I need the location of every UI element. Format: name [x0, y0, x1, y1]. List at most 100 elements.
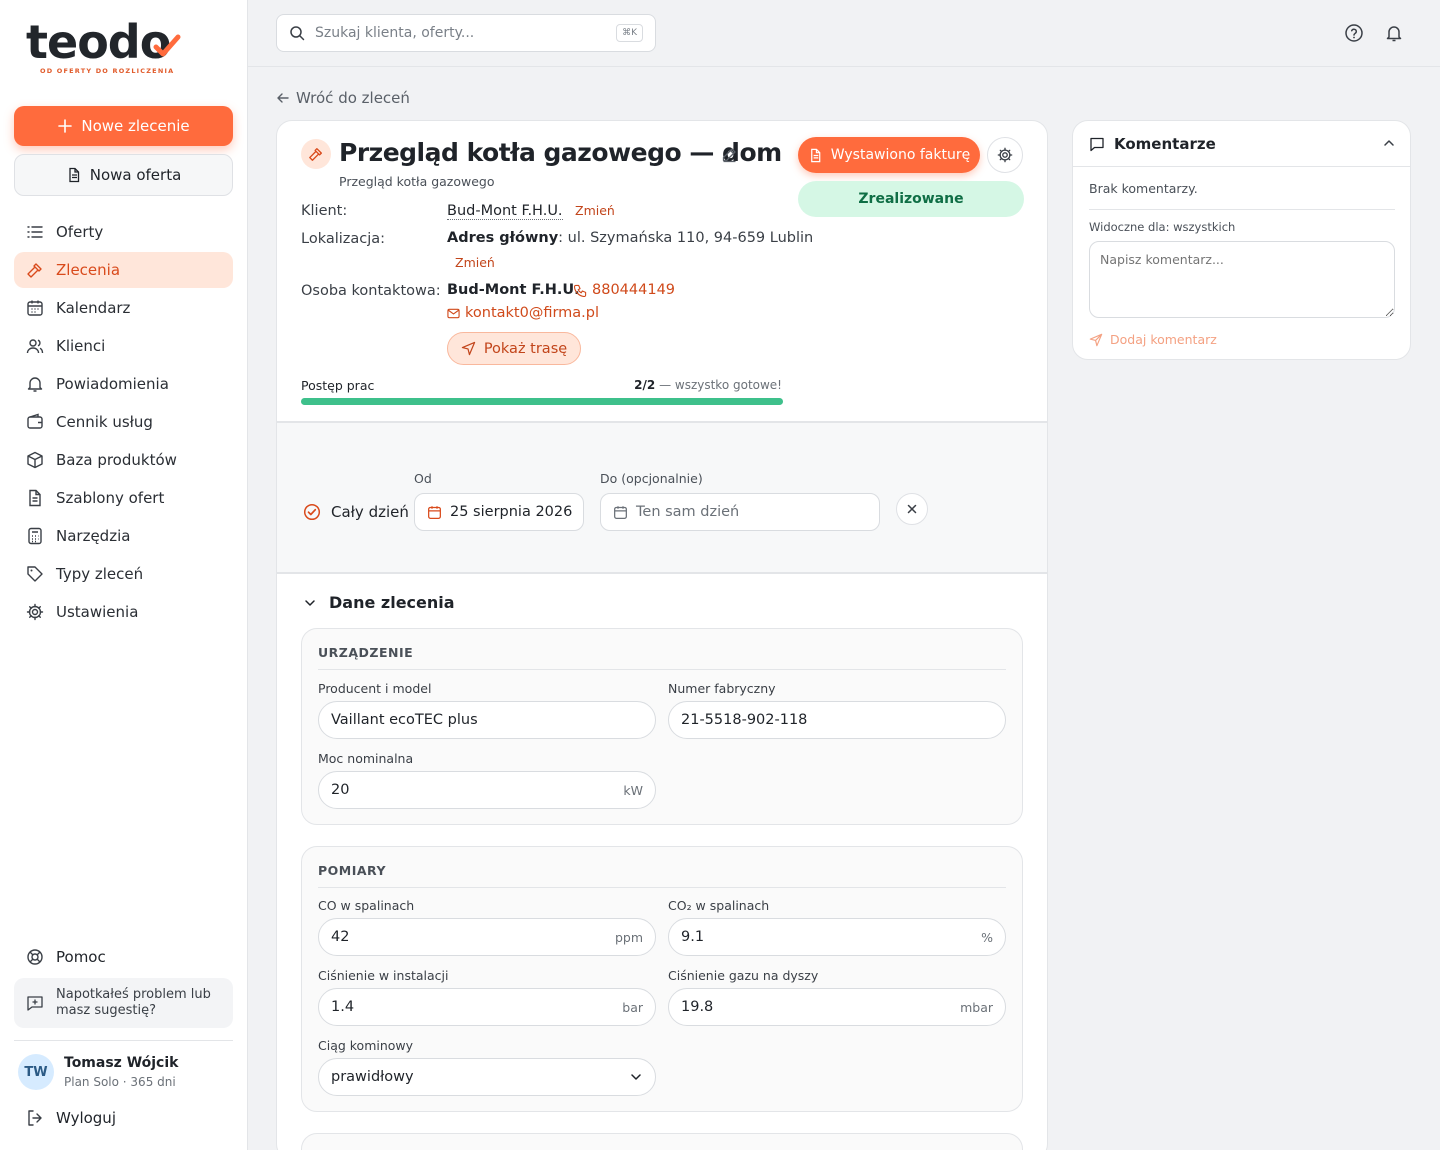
arrow-left-icon [277, 93, 289, 103]
details-section-toggle[interactable]: Dane zlecenia [303, 593, 455, 612]
comment-textarea[interactable] [1089, 241, 1395, 318]
clear-dates-button[interactable] [896, 493, 928, 525]
phone-link[interactable]: 880444149 [574, 282, 675, 298]
draft-select[interactable]: prawidłowy [318, 1058, 656, 1096]
contact-name: Bud-Mont F.H.U. [447, 282, 580, 298]
logout-button[interactable]: Wyloguj [14, 1100, 233, 1136]
sidebar-item-calendar[interactable]: Kalendarz [14, 290, 233, 326]
sidebar-item-products[interactable]: Baza produktów [14, 442, 233, 478]
user-profile[interactable]: TW Tomasz Wójcik Plan Solo · 365 dni [18, 1054, 178, 1090]
message-plus-icon [27, 996, 43, 1011]
back-link[interactable]: Wróć do zleceń [276, 89, 410, 107]
document-icon [69, 167, 79, 183]
pressure-label: Ciśnienie w instalacji [318, 968, 449, 983]
co-input[interactable]: 42 ppm [318, 918, 656, 956]
invoice-status-button[interactable]: Wystawiono fakturę [798, 137, 980, 173]
serial-value: 21-5518-902-118 [681, 712, 808, 728]
help-circle-icon[interactable] [1344, 23, 1364, 43]
change-location-link[interactable]: Zmień [455, 255, 495, 270]
plus-icon [58, 119, 73, 133]
pressure-input[interactable]: 1.4 bar [318, 988, 656, 1026]
chevron-down-icon [305, 599, 315, 606]
gas-pressure-input[interactable]: 19.8 mbar [668, 988, 1006, 1026]
order-settings-button[interactable] [987, 137, 1023, 173]
show-route-button[interactable]: Pokaż trasę [447, 332, 581, 365]
new-offer-label: Nowa oferta [89, 166, 182, 184]
location-value: Adres główny: ul. Szymańska 110, 94-659 … [447, 230, 813, 246]
all-day-toggle[interactable]: Cały dzień [303, 503, 409, 521]
all-day-label: Cały dzień [331, 503, 409, 521]
bell-icon [27, 377, 43, 392]
navigation-icon [461, 341, 476, 356]
comments-title: Komentarze [1114, 134, 1216, 153]
email-address: kontakt0@firma.pl [465, 305, 600, 321]
new-order-button[interactable]: Nowe zlecenie [14, 106, 233, 146]
group-divider [318, 669, 1006, 670]
sidebar-item-offers[interactable]: Oferty [14, 214, 233, 250]
gear-icon [997, 147, 1013, 163]
client-name[interactable]: Bud-Mont F.H.U. [447, 203, 563, 220]
calendar-icon [614, 505, 627, 519]
help-label: Pomoc [56, 948, 106, 966]
power-input[interactable]: 20 kW [318, 771, 656, 809]
sidebar-item-templates[interactable]: Szablony ofert [14, 480, 233, 516]
sidebar-item-order-types[interactable]: Typy zleceń [14, 556, 233, 592]
serial-input[interactable]: 21-5518-902-118 [668, 701, 1006, 739]
draft-label: Ciąg kominowy [318, 1038, 414, 1053]
sidebar-item-settings[interactable]: Ustawienia [14, 594, 233, 630]
comments-header[interactable]: Komentarze [1073, 121, 1410, 167]
model-value: Vaillant ecoTEC plus [331, 712, 478, 728]
gas-pressure-value: 19.8 [681, 999, 714, 1015]
change-client-link[interactable]: Zmień [575, 203, 615, 218]
from-date-input[interactable]: 25 sierpnia 2026 [414, 493, 584, 531]
teodo-logo[interactable]: teodo OD OFERTY DO ROZLICZENIA [26, 15, 186, 78]
sidebar-item-orders[interactable]: Zlecenia [14, 252, 233, 288]
progress-bar [301, 398, 783, 405]
topbar: Szukaj klienta, oferty... ⌘K [248, 0, 1440, 67]
to-date-input[interactable]: Ten sam dzień [600, 493, 880, 531]
email-link[interactable]: kontakt0@firma.pl [447, 305, 599, 321]
device-group-title: URZĄDZENIE [318, 645, 414, 660]
avatar: TW [18, 1054, 54, 1090]
progress-fill [301, 398, 783, 405]
location-prefix: Adres główny [447, 230, 559, 246]
calculator-icon [28, 527, 42, 545]
group-divider [318, 887, 1006, 888]
user-plan: Plan Solo · 365 dni [64, 1075, 176, 1089]
invoice-icon [810, 148, 821, 162]
main-navigation: Oferty Zlecenia Kalendarz Klienci Powiad… [14, 214, 233, 632]
bell-icon[interactable] [1384, 23, 1404, 43]
add-comment-button[interactable]: Dodaj komentarz [1089, 332, 1217, 347]
status-badge[interactable]: Zrealizowane [798, 181, 1024, 217]
contact-label: Osoba kontaktowa: [301, 283, 441, 299]
co2-input[interactable]: 9.1% [668, 918, 1006, 956]
sidebar-item-notifications[interactable]: Powiadomienia [14, 366, 233, 402]
document-icon [29, 489, 41, 507]
model-input[interactable]: Vaillant ecoTEC plus [318, 701, 656, 739]
search-input[interactable]: Szukaj klienta, oferty... ⌘K [276, 14, 656, 52]
help-link[interactable]: Pomoc [14, 939, 233, 975]
gear-icon [26, 603, 44, 621]
sidebar-item-tools[interactable]: Narzędzia [14, 518, 233, 554]
power-unit: kW [623, 782, 643, 798]
logo-tagline: OD OFERTY DO ROZLICZENIA [40, 67, 175, 75]
sidebar-item-label: Ustawienia [56, 603, 139, 621]
sidebar-item-label: Kalendarz [56, 299, 131, 317]
sidebar-item-price-list[interactable]: Cennik usług [14, 404, 233, 440]
sidebar-item-label: Szablony ofert [56, 489, 165, 507]
chevron-up-icon[interactable] [1382, 136, 1396, 150]
new-offer-button[interactable]: Nowa oferta [14, 154, 233, 196]
no-comments-text: Brak komentarzy. [1089, 181, 1198, 196]
details-section-title: Dane zlecenia [329, 593, 455, 612]
feedback-button[interactable]: Napotkałeś problem lub masz sugestię? [14, 978, 233, 1028]
comments-panel: Komentarze Brak komentarzy. Widoczne dla… [1072, 120, 1411, 360]
pencil-icon[interactable] [721, 147, 737, 163]
feedback-label: Napotkałeś problem lub masz sugestię? [56, 987, 211, 1018]
sidebar-item-clients[interactable]: Klienci [14, 328, 233, 364]
new-order-label: Nowe zlecenie [81, 117, 190, 135]
order-card: Przegląd kotła gazowego — dom Przegląd k… [276, 120, 1048, 1150]
lifebuoy-icon [27, 949, 43, 965]
chevron-down-icon [631, 1074, 641, 1080]
visibility-label: Widoczne dla: wszystkich [1089, 220, 1236, 234]
serial-label: Numer fabryczny [668, 681, 776, 696]
